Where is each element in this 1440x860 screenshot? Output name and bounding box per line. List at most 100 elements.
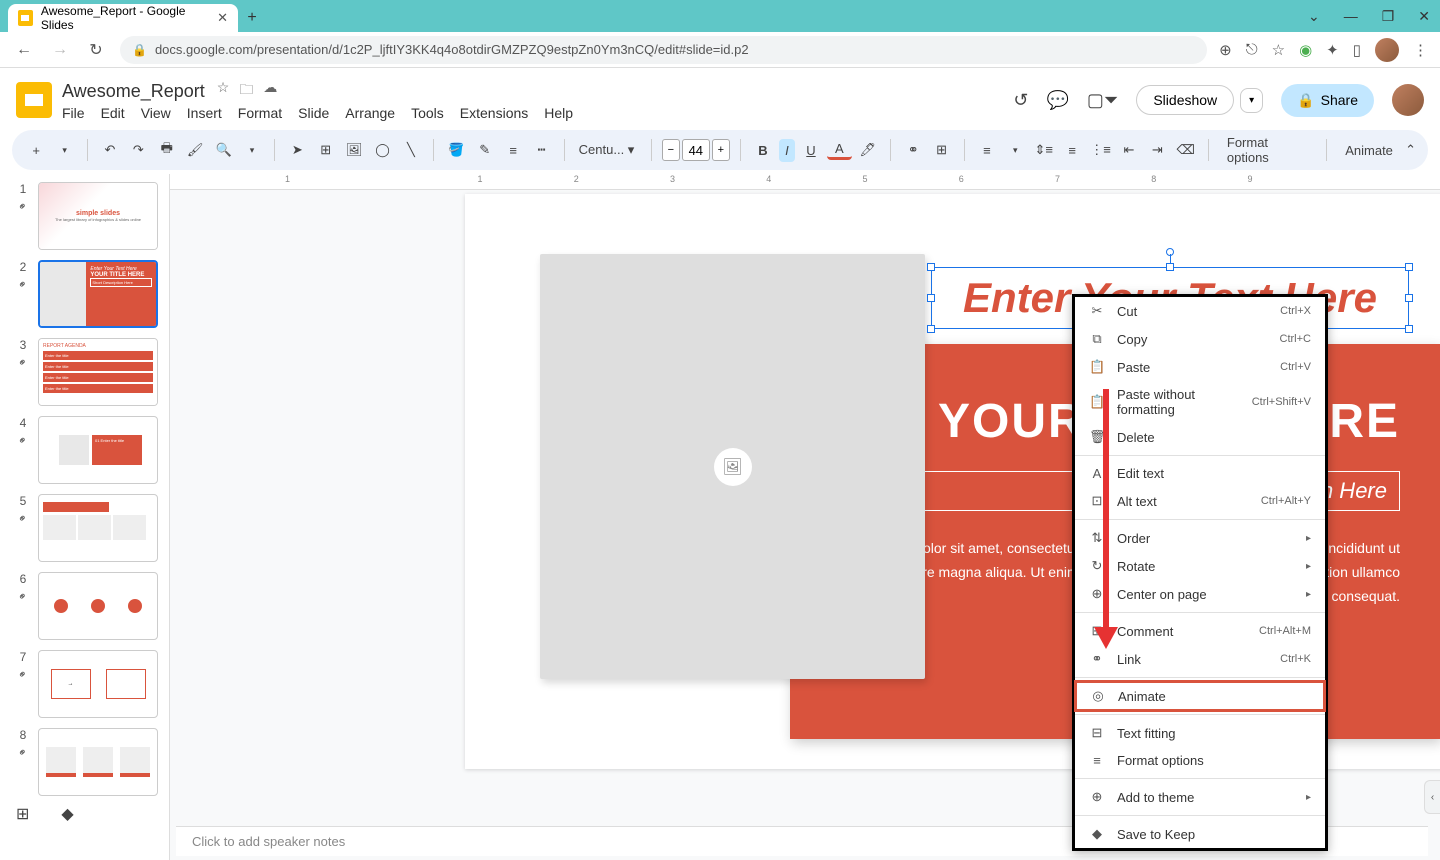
border-color-button[interactable]: ✎ (473, 137, 497, 163)
border-weight-button[interactable]: ≡ (501, 137, 525, 163)
italic-button[interactable]: I (779, 139, 795, 162)
extension-icon-1[interactable]: ◉ (1299, 41, 1312, 59)
bookmark-icon[interactable]: ☆ (1272, 41, 1285, 59)
present-icon[interactable]: ▢⏷ (1087, 90, 1118, 111)
profile-avatar-small[interactable] (1375, 38, 1399, 62)
share-page-icon[interactable]: ⎋ (1246, 41, 1258, 58)
line-tool[interactable]: ╲ (399, 137, 423, 163)
bold-button[interactable]: B (751, 137, 775, 163)
context-menu-item-copy[interactable]: ⧉CopyCtrl+C (1075, 325, 1325, 353)
menu-extensions[interactable]: Extensions (460, 105, 528, 121)
menu-help[interactable]: Help (544, 105, 573, 121)
image-tool[interactable]: 🖼 (342, 137, 366, 163)
paint-format-button[interactable]: 🖌 (183, 137, 207, 163)
cloud-icon[interactable]: ☁ (263, 79, 277, 103)
history-icon[interactable]: ↺ (1013, 90, 1028, 111)
textbox-tool[interactable]: ⊞ (314, 137, 338, 163)
format-options-button[interactable]: Format options (1219, 131, 1316, 169)
bullet-list-button[interactable]: ⋮≡ (1088, 137, 1112, 163)
slideshow-button[interactable]: Slideshow (1136, 85, 1234, 115)
menu-slide[interactable]: Slide (298, 105, 329, 121)
context-menu-item-order[interactable]: ⇅Order▸ (1075, 524, 1325, 552)
menu-edit[interactable]: Edit (101, 105, 125, 121)
slide-thumb-4[interactable]: 01 Enter the title (38, 416, 158, 484)
resize-handle-se[interactable] (1405, 325, 1413, 333)
menu-insert[interactable]: Insert (187, 105, 222, 121)
slide-thumb-2[interactable]: Enter Your Text HereYOUR TITLE HEREShort… (38, 260, 158, 328)
indent-less-button[interactable]: ⇤ (1117, 137, 1141, 163)
thumbnails-panel[interactable]: 1⚭ simple slidesThe largest library of i… (0, 174, 170, 860)
context-menu-item-edit-text[interactable]: AEdit text (1075, 460, 1325, 487)
resize-handle-w[interactable] (927, 294, 935, 302)
fill-color-button[interactable]: 🪣 (444, 137, 468, 163)
numbered-list-button[interactable]: ≡ (1060, 137, 1084, 163)
minimize-button[interactable]: — (1344, 8, 1358, 25)
context-menu-item-animate[interactable]: ◎Animate (1076, 682, 1324, 710)
redo-button[interactable]: ↷ (126, 137, 150, 163)
text-color-button[interactable]: A (827, 140, 851, 160)
star-icon[interactable]: ☆ (217, 79, 230, 103)
zoom-icon[interactable]: ⊕ (1219, 41, 1232, 59)
slide-thumb-6[interactable] (38, 572, 158, 640)
slide-thumb-7[interactable]: → (38, 650, 158, 718)
zoom-caret[interactable]: ▾ (240, 137, 264, 163)
sidepanel-icon[interactable]: ▯ (1353, 41, 1361, 59)
move-icon[interactable]: 🗀 (239, 79, 253, 103)
slide-thumb-8[interactable] (38, 728, 158, 796)
grid-icon[interactable]: ⊞ (16, 804, 29, 824)
context-menu-item-alt-text[interactable]: ⊡Alt textCtrl+Alt+Y (1075, 487, 1325, 515)
menu-format[interactable]: Format (238, 105, 282, 121)
underline-button[interactable]: U (799, 137, 823, 163)
chevron-down-icon[interactable]: ⌄ (1308, 8, 1320, 25)
kebab-menu-icon[interactable]: ⋮ (1413, 41, 1428, 59)
maximize-button[interactable]: ❐ (1382, 8, 1395, 25)
zoom-button[interactable]: 🔍 (211, 137, 235, 163)
slide-thumb-3[interactable]: REPORT AGENDAEnter the titleEnter the ti… (38, 338, 158, 406)
context-menu-item-text-fitting[interactable]: ⊟Text fitting (1075, 719, 1325, 747)
url-input[interactable]: 🔒 docs.google.com/presentation/d/1c2P_lj… (120, 36, 1207, 64)
right-panel-collapse[interactable]: ‹ (1424, 780, 1440, 814)
resize-handle-nw[interactable] (927, 263, 935, 271)
select-tool[interactable]: ➤ (285, 137, 309, 163)
font-size-plus[interactable]: + (712, 139, 730, 161)
new-slide-caret[interactable]: ▾ (52, 137, 76, 163)
forward-button[interactable]: → (48, 38, 72, 62)
slides-logo[interactable] (16, 82, 52, 118)
context-menu-item-cut[interactable]: ✂CutCtrl+X (1075, 297, 1325, 325)
clear-format-button[interactable]: ⌫ (1174, 137, 1198, 163)
context-menu-item-save-to-keep[interactable]: ◆Save to Keep (1075, 820, 1325, 848)
indent-more-button[interactable]: ⇥ (1145, 137, 1169, 163)
font-size-minus[interactable]: − (662, 139, 680, 161)
font-select[interactable]: Centu... ▾ (575, 140, 641, 160)
font-size-input[interactable] (682, 139, 710, 161)
extensions-icon[interactable]: ✦ (1326, 41, 1339, 59)
context-menu-item-paste-without-formatting[interactable]: 📋Paste without formattingCtrl+Shift+V (1075, 381, 1325, 423)
share-button[interactable]: 🔒 Share (1281, 84, 1374, 117)
print-button[interactable]: 🖶 (155, 137, 179, 163)
context-menu-item-delete[interactable]: 🗑Delete (1075, 423, 1325, 451)
image-placeholder[interactable]: 🖼 (540, 254, 925, 679)
align-caret[interactable]: ▾ (1003, 137, 1027, 163)
context-menu-item-comment[interactable]: ⊞CommentCtrl+Alt+M (1075, 617, 1325, 645)
reload-button[interactable]: ↻ (84, 38, 108, 62)
highlight-button[interactable]: 🖊 (856, 137, 880, 163)
context-menu-item-add-to-theme[interactable]: ⊕Add to theme▸ (1075, 783, 1325, 811)
context-menu-item-link[interactable]: ⚭LinkCtrl+K (1075, 645, 1325, 673)
context-menu-item-format-options[interactable]: ≡Format options (1075, 747, 1325, 774)
context-menu-item-paste[interactable]: 📋PasteCtrl+V (1075, 353, 1325, 381)
align-button[interactable]: ≡ (975, 137, 999, 163)
user-avatar[interactable] (1392, 84, 1424, 116)
browser-tab[interactable]: Awesome_Report - Google Slides ✕ (8, 4, 238, 32)
shape-tool[interactable]: ◯ (370, 137, 394, 163)
resize-handle-n[interactable] (1166, 263, 1174, 271)
collapse-toolbar-icon[interactable]: ⌃ (1405, 142, 1416, 158)
context-menu-item-rotate[interactable]: ↻Rotate▸ (1075, 552, 1325, 580)
menu-tools[interactable]: Tools (411, 105, 444, 121)
menu-view[interactable]: View (141, 105, 171, 121)
comment-button[interactable]: ⊞ (929, 137, 953, 163)
border-dash-button[interactable]: ┅ (529, 137, 553, 163)
close-window-button[interactable]: ✕ (1418, 8, 1430, 25)
slide-thumb-5[interactable] (38, 494, 158, 562)
context-menu-item-center-on-page[interactable]: ⊕Center on page▸ (1075, 580, 1325, 608)
resize-handle-e[interactable] (1405, 294, 1413, 302)
